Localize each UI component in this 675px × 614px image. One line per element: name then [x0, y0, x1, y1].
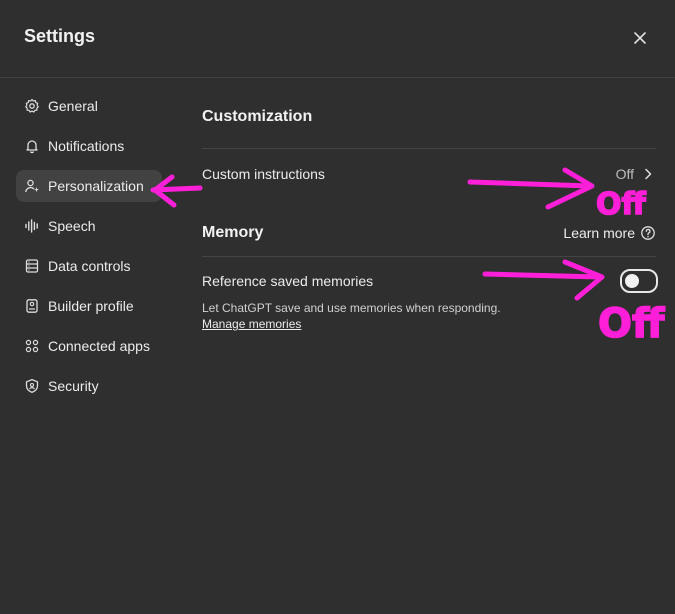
reference-saved-memories-label: Reference saved memories [202, 273, 374, 289]
close-button[interactable] [626, 24, 654, 52]
user-sparkle-icon [24, 178, 40, 194]
sidebar-item-connected-apps[interactable]: Connected apps [16, 330, 166, 362]
toggle-knob [625, 274, 639, 288]
sidebar-item-label: Connected apps [48, 338, 150, 354]
custom-instructions-label: Custom instructions [202, 166, 325, 182]
manage-memories-link[interactable]: Manage memories [202, 317, 301, 331]
section-divider [202, 256, 656, 257]
close-icon [634, 32, 646, 44]
gear-icon [24, 98, 40, 114]
sidebar-item-label: Personalization [48, 178, 144, 194]
sidebar-item-builder-profile[interactable]: Builder profile [16, 290, 166, 322]
memory-heading: Memory [202, 224, 264, 241]
dialog-title: Settings [24, 26, 96, 46]
sidebar-item-label: General [48, 98, 98, 114]
memory-description: Let ChatGPT save and use memories when r… [202, 301, 501, 315]
dialog-header: Settings [0, 0, 675, 78]
learn-more-label: Learn more [563, 225, 635, 241]
id-card-icon [24, 298, 40, 314]
sidebar-item-label: Speech [48, 218, 96, 234]
sidebar-item-data-controls[interactable]: Data controls [16, 250, 166, 282]
chevron-right-icon [645, 168, 652, 180]
section-divider [202, 148, 656, 149]
sidebar-item-notifications[interactable]: Notifications [16, 130, 166, 162]
sidebar-item-label: Notifications [48, 138, 125, 154]
sidebar-item-speech[interactable]: Speech [16, 210, 166, 242]
settings-sidebar: General Notifications Personalization Sp… [16, 90, 166, 410]
sidebar-item-label: Security [48, 378, 99, 394]
sidebar-item-general[interactable]: General [16, 90, 166, 122]
apps-grid-icon [24, 338, 40, 354]
database-icon [24, 258, 40, 274]
settings-dialog: Settings General Notifications Personali… [0, 0, 675, 614]
shield-icon [24, 378, 40, 394]
info-icon [641, 226, 655, 240]
reference-saved-memories-row: Reference saved memories [202, 269, 658, 293]
learn-more-link[interactable]: Learn more [563, 225, 656, 241]
sidebar-item-label: Data controls [48, 258, 131, 274]
annotation-off-label: Off [596, 187, 647, 222]
sidebar-item-label: Builder profile [48, 298, 134, 314]
memory-header: Memory Learn more [202, 223, 656, 243]
custom-instructions-value: Off [615, 166, 634, 182]
custom-instructions-row[interactable]: Custom instructions Off [202, 164, 656, 184]
bell-icon [24, 138, 40, 154]
customization-heading: Customization [202, 108, 313, 125]
waveform-icon [24, 218, 40, 234]
reference-saved-memories-toggle[interactable] [620, 269, 658, 293]
sidebar-item-personalization[interactable]: Personalization [16, 170, 162, 202]
sidebar-item-security[interactable]: Security [16, 370, 166, 402]
